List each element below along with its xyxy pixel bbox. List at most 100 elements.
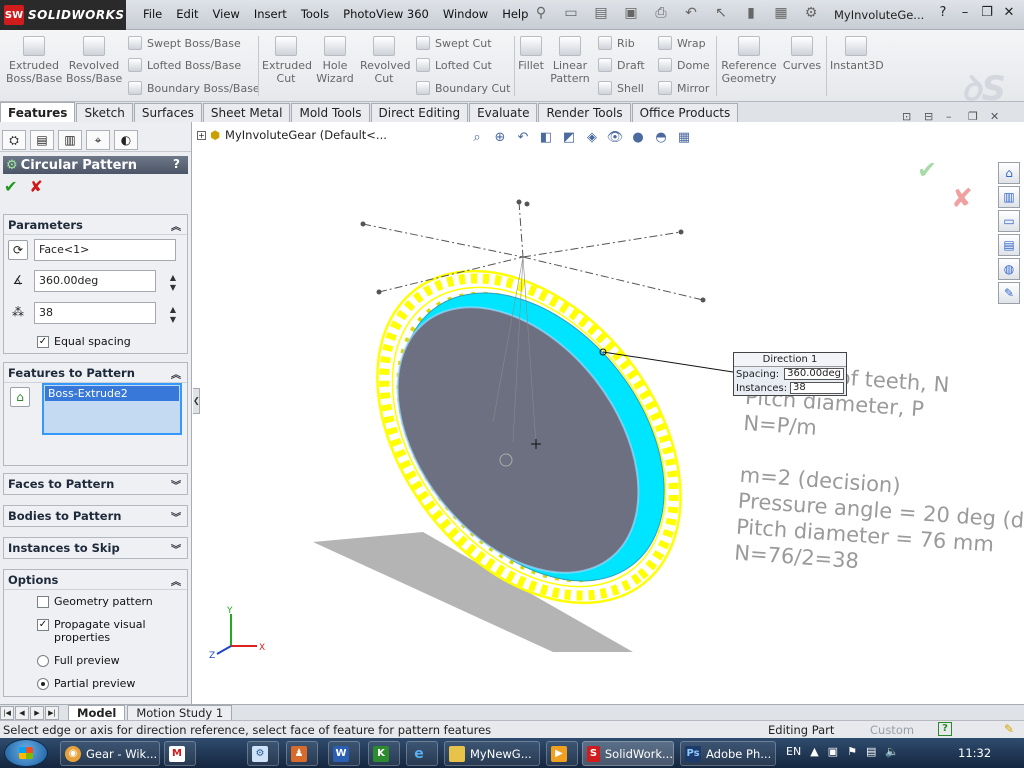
tab-render-tools[interactable]: Render Tools bbox=[538, 103, 631, 122]
features-list[interactable]: Boss-Extrude2 bbox=[42, 383, 182, 435]
file-explorer-icon[interactable]: ▭ bbox=[998, 210, 1020, 232]
mirror-button[interactable]: Mirror bbox=[658, 81, 709, 95]
boundary-cut-button[interactable]: Boundary Cut bbox=[416, 81, 510, 95]
options-header[interactable]: Options ︽ bbox=[4, 570, 187, 590]
network-icon[interactable]: ▤ bbox=[866, 745, 876, 758]
viewport-minimize-icon[interactable]: – bbox=[946, 110, 968, 123]
lofted-boss-button[interactable]: Lofted Boss/Base bbox=[128, 58, 241, 72]
taskbar-folder-button[interactable]: MyNewG... bbox=[444, 741, 540, 766]
shell-button[interactable]: Shell bbox=[598, 81, 644, 95]
last-tab-icon[interactable]: ▶| bbox=[45, 706, 59, 720]
tab-office-products[interactable]: Office Products bbox=[631, 103, 739, 122]
taskbar-gmail-button[interactable]: M bbox=[164, 741, 196, 766]
view-palette-icon[interactable]: ▤ bbox=[998, 234, 1020, 256]
reference-geometry-button[interactable]: Reference Geometry bbox=[720, 36, 778, 85]
menu-file[interactable]: File bbox=[143, 7, 162, 21]
instances-to-skip-header[interactable]: Instances to Skip ︾ bbox=[4, 538, 187, 558]
design-library-icon[interactable]: ▥ bbox=[998, 186, 1020, 208]
taskbar-solidworks-button[interactable]: S SolidWork... bbox=[582, 741, 674, 766]
action-center-flag-icon[interactable]: ⚑ bbox=[847, 745, 857, 758]
menu-insert[interactable]: Insert bbox=[254, 7, 287, 21]
equal-spacing-checkbox[interactable]: ✓ bbox=[37, 335, 49, 348]
taskbar-word-button[interactable]: W bbox=[328, 741, 360, 766]
graphics-area[interactable]: ❮ + ⬢ MyInvoluteGear (Default<... ⌕ ⊕ ↶ … bbox=[193, 122, 1024, 704]
minimize-icon[interactable]: – bbox=[954, 5, 976, 25]
appearances-icon[interactable]: ◍ bbox=[998, 258, 1020, 280]
bodies-to-pattern-header[interactable]: Bodies to Pattern ︾ bbox=[4, 506, 187, 526]
parameters-header[interactable]: Parameters ︽ bbox=[4, 215, 187, 235]
clock[interactable]: 11:32 bbox=[958, 746, 991, 760]
select-icon[interactable]: ↖ bbox=[710, 5, 732, 25]
lofted-cut-button[interactable]: Lofted Cut bbox=[416, 58, 492, 72]
linear-pattern-button[interactable]: Linear Pattern bbox=[548, 36, 592, 85]
rebuild-status-icon[interactable]: ✎ bbox=[1004, 722, 1014, 736]
tab-evaluate[interactable]: Evaluate bbox=[469, 103, 538, 122]
instances-spin-up-icon[interactable]: ▲ bbox=[168, 305, 178, 315]
pattern-axis-field[interactable]: Face<1> bbox=[34, 239, 176, 261]
tab-features[interactable]: Features bbox=[0, 102, 76, 122]
language-indicator[interactable]: EN bbox=[786, 745, 801, 758]
menu-help[interactable]: Help bbox=[502, 7, 528, 21]
prev-tab-icon[interactable]: ◀ bbox=[15, 706, 29, 720]
angle-input[interactable]: 360.00deg bbox=[34, 270, 156, 292]
viewport-restore-icon[interactable]: ❐ bbox=[968, 110, 990, 123]
taskbar-media-button[interactable]: ▶ bbox=[546, 741, 578, 766]
reverse-direction-icon[interactable]: ⟳ bbox=[8, 240, 28, 260]
display-manager-icon[interactable]: ◐ bbox=[114, 130, 138, 150]
taskbar-app-button[interactable]: ♟ bbox=[286, 741, 318, 766]
cancel-button[interactable]: ✘ bbox=[29, 177, 42, 196]
next-tab-icon[interactable]: ▶ bbox=[30, 706, 44, 720]
menu-window[interactable]: Window bbox=[443, 7, 488, 21]
boundary-boss-button[interactable]: Boundary Boss/Base bbox=[128, 81, 260, 95]
swept-cut-button[interactable]: Swept Cut bbox=[416, 36, 492, 50]
full-preview-radio[interactable] bbox=[37, 654, 49, 667]
unit-system[interactable]: Custom bbox=[870, 723, 914, 737]
collapse-icon[interactable]: ︽ bbox=[171, 366, 181, 381]
ok-button[interactable]: ✔ bbox=[4, 177, 17, 196]
menu-photoview[interactable]: PhotoView 360 bbox=[343, 7, 429, 21]
new-document-icon[interactable]: ▭ bbox=[560, 5, 582, 25]
collapse-icon[interactable]: ︽ bbox=[171, 218, 181, 233]
menu-tools[interactable]: Tools bbox=[301, 7, 329, 21]
first-tab-icon[interactable]: |◀ bbox=[0, 706, 14, 720]
rib-button[interactable]: Rib bbox=[598, 36, 635, 50]
callout-spacing-input[interactable]: 360.00deg bbox=[784, 368, 844, 380]
tab-direct-editing[interactable]: Direct Editing bbox=[370, 103, 469, 122]
pin-icon[interactable]: ⚲ bbox=[530, 5, 552, 25]
property-manager-icon[interactable]: ▤ bbox=[30, 130, 54, 150]
tab-mold-tools[interactable]: Mold Tools bbox=[291, 103, 370, 122]
swept-boss-button[interactable]: Swept Boss/Base bbox=[128, 36, 241, 50]
rebuild-icon[interactable]: ▮ bbox=[740, 5, 762, 25]
file-properties-icon[interactable]: ▦ bbox=[770, 5, 792, 25]
hole-wizard-button[interactable]: Hole Wizard bbox=[312, 36, 358, 85]
undo-icon[interactable]: ↶ bbox=[680, 5, 702, 25]
revolved-boss-button[interactable]: Revolved Boss/Base bbox=[66, 36, 122, 85]
expand-icon[interactable]: ︾ bbox=[171, 541, 181, 556]
show-hidden-icons-icon[interactable]: ▲ bbox=[810, 745, 818, 758]
print-icon[interactable]: ⎙ bbox=[650, 5, 672, 25]
custom-properties-icon[interactable]: ✎ bbox=[998, 282, 1020, 304]
fillet-button[interactable]: Fillet bbox=[516, 36, 546, 72]
viewport-close-icon[interactable]: ✕ bbox=[990, 110, 1012, 123]
quick-tips-icon[interactable]: ? bbox=[938, 722, 952, 736]
extruded-cut-button[interactable]: Extruded Cut bbox=[262, 36, 312, 85]
start-button[interactable] bbox=[4, 739, 48, 767]
tab-surfaces[interactable]: Surfaces bbox=[133, 103, 202, 122]
dimxpert-icon[interactable]: ⌖ bbox=[86, 130, 110, 150]
tray-app-icon[interactable]: ▣ bbox=[828, 745, 838, 758]
confirm-corner-ok-icon[interactable]: ✔ bbox=[917, 156, 937, 184]
taskbar-photoshop-button[interactable]: Ps Adobe Ph... bbox=[680, 741, 776, 766]
instant3d-button[interactable]: Instant3D bbox=[830, 36, 884, 72]
geometry-pattern-checkbox[interactable] bbox=[37, 595, 49, 608]
feature-manager-icon[interactable]: ⛭ bbox=[2, 130, 26, 150]
faces-to-pattern-header[interactable]: Faces to Pattern ︾ bbox=[4, 474, 187, 494]
tab-sketch[interactable]: Sketch bbox=[76, 103, 133, 122]
extruded-boss-button[interactable]: Extruded Boss/Base bbox=[6, 36, 62, 85]
tab-model[interactable]: Model bbox=[68, 705, 126, 720]
expand-icon[interactable]: ︾ bbox=[171, 477, 181, 492]
taskbar-browser-button[interactable]: ◉ Gear - Wik... bbox=[60, 741, 160, 766]
save-icon[interactable]: ▣ bbox=[620, 5, 642, 25]
configuration-manager-icon[interactable]: ▥ bbox=[58, 130, 82, 150]
help-button[interactable]: ? bbox=[173, 157, 180, 171]
collapse-icon[interactable]: ︽ bbox=[171, 573, 181, 588]
